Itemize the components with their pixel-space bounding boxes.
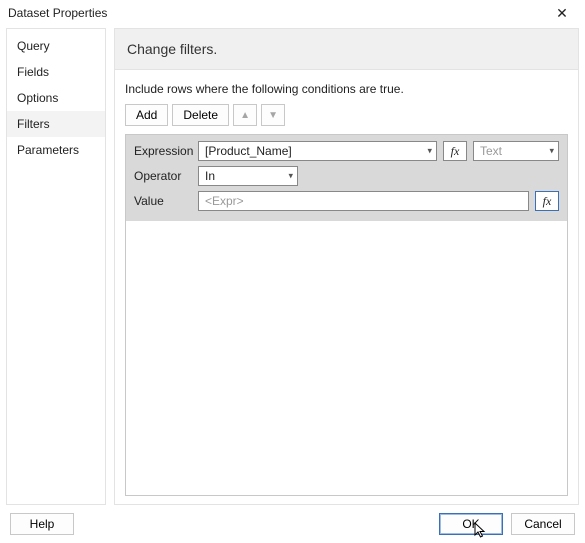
chevron-down-icon: ▾	[427, 146, 432, 157]
delete-button[interactable]: Delete	[172, 104, 229, 126]
instruction-text: Include rows where the following conditi…	[125, 82, 568, 96]
expression-label: Expression	[134, 144, 192, 158]
close-icon: ✕	[556, 5, 568, 22]
dialog-footer: Help OK Cancel	[0, 505, 585, 543]
move-down-button[interactable]: ▼	[261, 104, 285, 126]
operator-value: In	[205, 169, 215, 183]
help-button[interactable]: Help	[10, 513, 74, 535]
main-panel: Change filters. Include rows where the f…	[114, 28, 579, 505]
dialog-title: Dataset Properties	[8, 6, 107, 20]
type-dropdown[interactable]: Text ▾	[473, 141, 559, 161]
title-bar: Dataset Properties ✕	[0, 0, 585, 26]
add-button[interactable]: Add	[125, 104, 168, 126]
sidebar-item-query[interactable]: Query	[7, 33, 105, 59]
expression-fx-button[interactable]: fx	[443, 141, 467, 161]
cancel-button[interactable]: Cancel	[511, 513, 575, 535]
filter-empty-area	[126, 221, 567, 495]
operator-dropdown[interactable]: In ▾	[198, 166, 298, 186]
move-up-button[interactable]: ▲	[233, 104, 257, 126]
sidebar-item-parameters[interactable]: Parameters	[7, 137, 105, 163]
value-fx-button[interactable]: fx	[535, 191, 559, 211]
sidebar-item-fields[interactable]: Fields	[7, 59, 105, 85]
sidebar-item-filters[interactable]: Filters	[7, 111, 105, 137]
filter-toolbar: Add Delete ▲ ▼	[125, 104, 568, 126]
close-button[interactable]: ✕	[543, 2, 581, 24]
value-placeholder: <Expr>	[205, 194, 244, 208]
value-input[interactable]: <Expr>	[198, 191, 529, 211]
operator-label: Operator	[134, 169, 192, 183]
chevron-down-icon: ▾	[549, 146, 554, 157]
expression-dropdown[interactable]: [Product_Name] ▾	[198, 141, 437, 161]
filter-list-container: Expression [Product_Name] ▾ fx Text ▾	[125, 134, 568, 496]
content-area: Include rows where the following conditi…	[114, 70, 579, 505]
type-value: Text	[480, 144, 502, 158]
filter-definition-row: Expression [Product_Name] ▾ fx Text ▾	[126, 135, 567, 221]
arrow-down-icon: ▼	[268, 110, 278, 121]
sidebar: Query Fields Options Filters Parameters	[6, 28, 106, 505]
fx-icon: fx	[451, 144, 460, 159]
fx-icon: fx	[543, 194, 552, 209]
sidebar-item-options[interactable]: Options	[7, 85, 105, 111]
arrow-up-icon: ▲	[240, 110, 250, 121]
page-title: Change filters.	[114, 28, 579, 70]
chevron-down-icon: ▾	[288, 171, 293, 182]
expression-value: [Product_Name]	[205, 144, 292, 158]
ok-button[interactable]: OK	[439, 513, 503, 535]
value-label: Value	[134, 194, 192, 208]
